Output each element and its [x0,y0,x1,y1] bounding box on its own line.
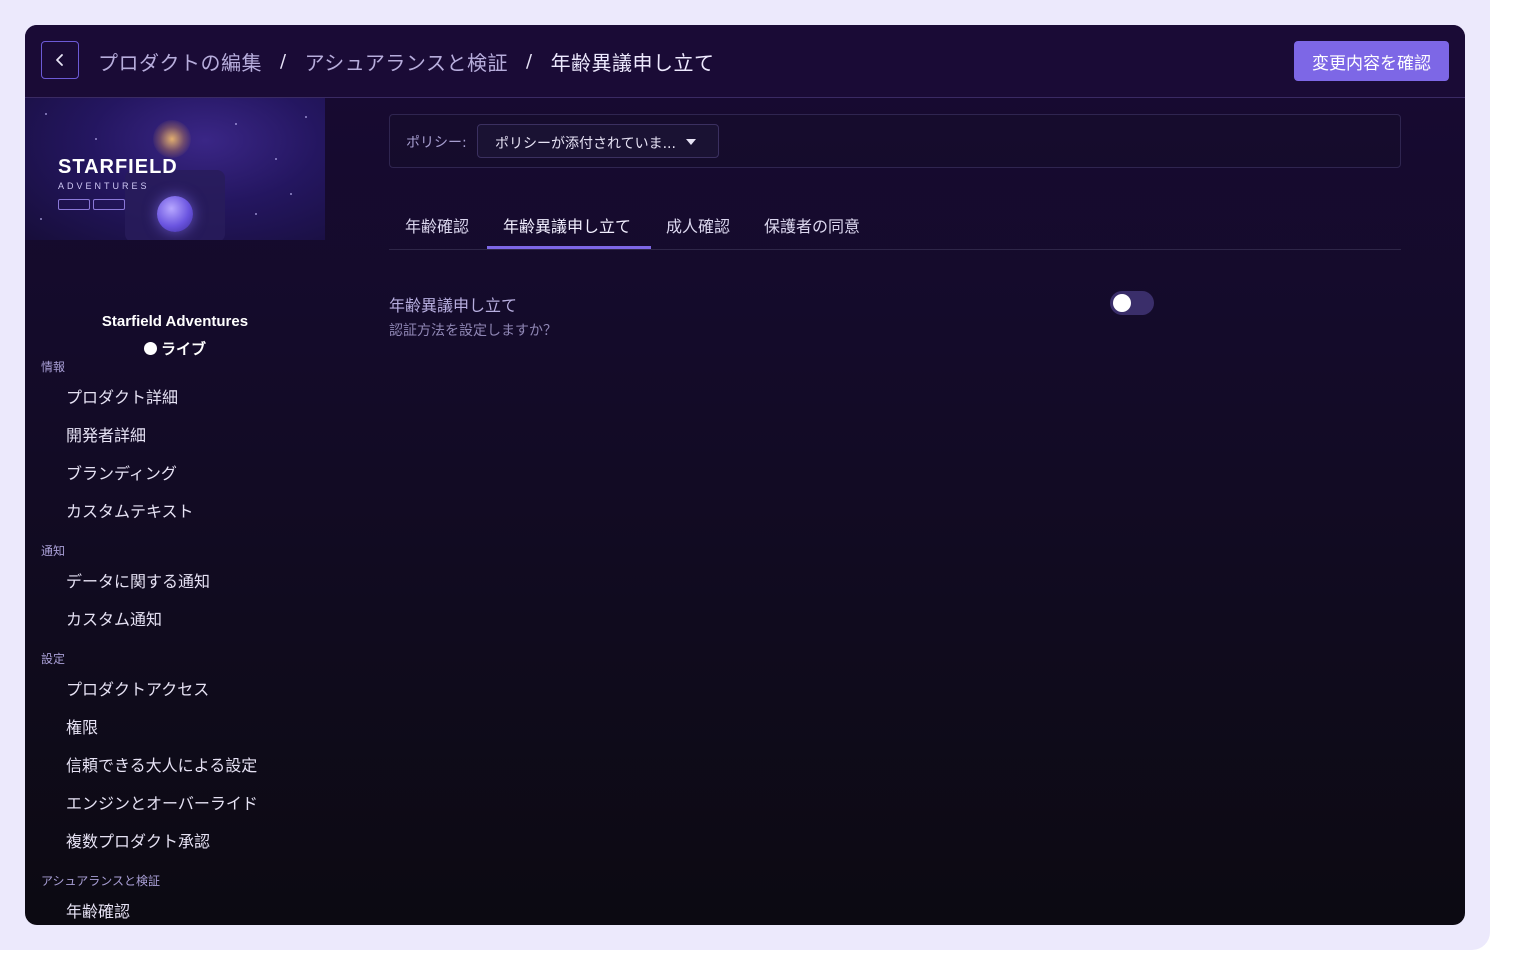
policy-bar: ポリシー: ポリシーが添付されていま... [389,114,1401,168]
product-name: Starfield Adventures [101,313,249,330]
active-tab-indicator [487,246,651,249]
planet-icon [157,196,193,232]
tab-age-appeal[interactable]: 年齢異議申し立て [503,213,631,237]
chevron-left-icon [56,54,63,66]
sidebar-item-product-access[interactable]: プロダクトアクセス [66,676,209,700]
tab-age-verification[interactable]: 年齢確認 [405,213,469,237]
sidebar-item-multi-product[interactable]: 複数プロダクト承認 [66,828,210,852]
tab-adult-verification[interactable]: 成人確認 [666,213,730,237]
policy-select-value: ポリシーが添付されていま... [495,136,676,152]
setting-title: 年齢異議申し立て [389,296,518,315]
breadcrumb-separator: / [525,50,533,72]
sidebar-item-age-verification[interactable]: 年齢確認 [66,898,130,922]
thumbnail-button [93,199,125,210]
caret-down-icon [686,139,696,145]
sidebar-item-developer-details[interactable]: 開発者詳細 [66,422,146,446]
thumbnail-subtitle: ADVENTURES [58,181,150,191]
tab-parental-consent[interactable]: 保護者の同意 [764,213,860,237]
sidebar-item-trusted-adult[interactable]: 信頼できる大人による設定 [66,752,257,776]
page-header: プロダクトの編集 / アシュアランスと検証 / 年齢異議申し立て 変更内容を確認 [25,25,1465,98]
back-button[interactable] [41,41,79,79]
nav-section-info: 情報 [41,360,66,374]
sidebar-item-data-notice[interactable]: データに関する通知 [66,568,210,592]
nav-section-assurance: アシュアランスと検証 [41,874,161,888]
status-dot-icon [143,342,157,355]
sidebar-item-branding[interactable]: ブランディング [66,460,177,484]
breadcrumb-separator: / [280,50,287,72]
tab-bar: 年齢確認 年齢異議申し立て 成人確認 保護者の同意 [389,205,1401,250]
thumbnail-button [58,199,90,210]
breadcrumb-assurance[interactable]: アシュアランスと検証 [305,47,508,76]
app-window: プロダクトの編集 / アシュアランスと検証 / 年齢異議申し立て 変更内容を確認… [25,25,1465,925]
setting-description: 認証方法を設定しますか？ [389,323,557,339]
review-changes-button[interactable]: 変更内容を確認 [1294,41,1449,81]
sidebar-item-permissions[interactable]: 権限 [66,714,98,738]
sidebar-item-custom-notice[interactable]: カスタム通知 [66,606,162,630]
thumbnail-title: STARFIELD [58,156,178,178]
sidebar-item-product-details[interactable]: プロダクト詳細 [66,384,178,408]
breadcrumb-current: 年齢異議申し立て [550,50,715,75]
status-label: ライブ [160,340,206,358]
sun-glow [153,120,191,158]
sidebar-item-custom-text[interactable]: カスタムテキスト [66,498,194,522]
policy-select[interactable]: ポリシーが添付されていま... [477,124,719,158]
toggle-knob [1113,294,1131,312]
nav-section-notifications: 通知 [41,544,66,558]
product-thumbnail: STARFIELD ADVENTURES [25,98,325,240]
breadcrumb: プロダクトの編集 / アシュアランスと検証 / 年齢異議申し立て [98,45,715,77]
age-appeal-toggle[interactable] [1110,291,1154,315]
sidebar-item-engine-overrides[interactable]: エンジンとオーバーライド [66,790,258,814]
sidebar: STARFIELD ADVENTURES Starfield Adventure… [25,98,325,925]
status-badge: ライブ [25,338,325,359]
nav-section-settings: 設定 [41,652,66,666]
breadcrumb-product-edit[interactable]: プロダクトの編集 [98,47,262,76]
policy-label: ポリシー: [406,135,467,151]
